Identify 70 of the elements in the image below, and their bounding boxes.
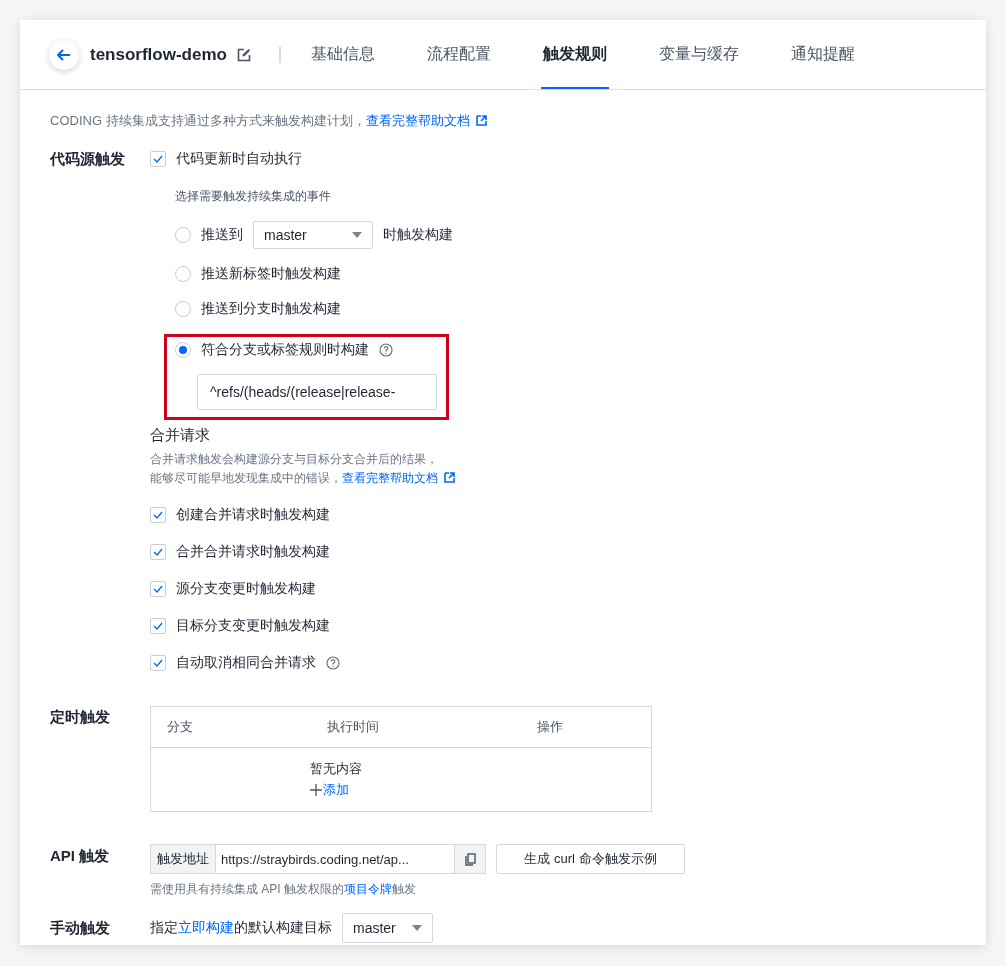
copy-button[interactable]	[455, 844, 486, 874]
empty-message: 暂无内容	[310, 760, 362, 778]
checkbox[interactable]	[150, 151, 166, 167]
checkbox-label: 源分支变更时触发构建	[176, 580, 316, 598]
url-field[interactable]: https://straybirds.coding.net/ap...	[216, 844, 455, 874]
check-icon	[153, 548, 163, 556]
caret-icon	[352, 232, 362, 238]
checkbox-label: 目标分支变更时触发构建	[176, 617, 330, 635]
radio-label: 时触发构建	[383, 226, 453, 244]
add-button[interactable]: 添加	[310, 781, 349, 799]
nav-tab[interactable]: 流程配置	[424, 20, 493, 89]
help-doc-link[interactable]: 查看完整帮助文档	[365, 113, 487, 128]
branch-select[interactable]: master	[342, 913, 433, 943]
radio-button[interactable]	[175, 301, 191, 317]
column-header: 执行时间	[327, 718, 380, 736]
rule-input-field[interactable]: ^refs/(heads/(release|release-	[197, 374, 437, 410]
section-label: 手动触发	[50, 918, 111, 938]
url-label: 触发地址	[150, 844, 216, 874]
radio-button[interactable]	[175, 227, 191, 243]
help-doc-link[interactable]: 查看完整帮助文档	[342, 471, 455, 485]
help-icon[interactable]	[326, 656, 340, 670]
curl-example-button[interactable]: 生成 curl 命令触发示例	[496, 844, 685, 874]
checkbox[interactable]	[150, 581, 166, 597]
help-icon[interactable]	[379, 343, 393, 357]
section-label: 代码源触发	[50, 149, 126, 169]
check-icon	[153, 511, 163, 519]
radio-label: 推送新标签时触发构建	[201, 265, 341, 283]
nav-tab[interactable]: 基础信息	[308, 20, 377, 89]
external-link-icon	[475, 115, 487, 126]
branch-select[interactable]: master	[253, 221, 373, 249]
column-header: 操作	[537, 718, 564, 736]
nav-tab[interactable]: 变量与缓存	[656, 20, 741, 89]
radio-label: 推送到分支时触发构建	[201, 300, 341, 318]
token-link[interactable]: 项目令牌	[344, 882, 392, 896]
copy-icon	[464, 852, 476, 866]
external-link-icon	[444, 472, 455, 483]
manual-trigger-text: 指定立即构建的默认构建目标	[150, 919, 332, 937]
checkbox[interactable]	[150, 618, 166, 634]
back-arrow-icon	[57, 48, 71, 61]
radio-label: 符合分支或标签规则时构建	[201, 341, 369, 359]
merge-request-heading: 合并请求	[150, 426, 211, 445]
column-header: 分支	[167, 718, 194, 736]
edit-icon[interactable]	[236, 47, 251, 62]
section-label: 定时触发	[50, 707, 111, 727]
api-note: 需使用具有持续集成 API 触发权限的项目令牌触发	[150, 881, 417, 898]
checkbox[interactable]	[150, 655, 166, 671]
nav-tab[interactable]: 通知提醒	[788, 20, 857, 89]
caret-icon	[412, 925, 422, 931]
intro-text: CODING 持续集成支持通过多种方式来触发构建计划，查看完整帮助文档	[50, 111, 956, 131]
checkbox[interactable]	[150, 507, 166, 523]
check-icon	[153, 155, 163, 163]
radio-button[interactable]	[175, 266, 191, 282]
checkbox-label: 代码更新时自动执行	[176, 150, 302, 168]
checkbox-label: 创建合并请求时触发构建	[176, 506, 330, 524]
check-icon	[153, 659, 163, 667]
radio-button[interactable]	[175, 342, 191, 358]
merge-request-description: 合并请求触发会构建源分支与目标分支合并后的结果， 能够尽可能早地发现集成中的错误，查看完整帮助文档	[150, 450, 455, 488]
checkbox-label: 自动取消相同合并请求	[176, 654, 316, 672]
back-button[interactable]	[49, 39, 79, 70]
section-label: API 触发	[50, 846, 111, 866]
nav-tab[interactable]: 触发规则	[540, 20, 609, 89]
checkbox-label: 合并合并请求时触发构建	[176, 543, 330, 561]
check-icon	[153, 585, 163, 593]
build-now-link[interactable]: 立即构建	[178, 919, 234, 935]
pipeline-title: tensorflow-demo	[90, 44, 227, 65]
radio-label: 推送到	[201, 226, 243, 244]
events-hint: 选择需要触发持续集成的事件	[175, 189, 331, 203]
check-icon	[153, 622, 163, 630]
checkbox[interactable]	[150, 544, 166, 560]
plus-icon	[310, 784, 322, 796]
